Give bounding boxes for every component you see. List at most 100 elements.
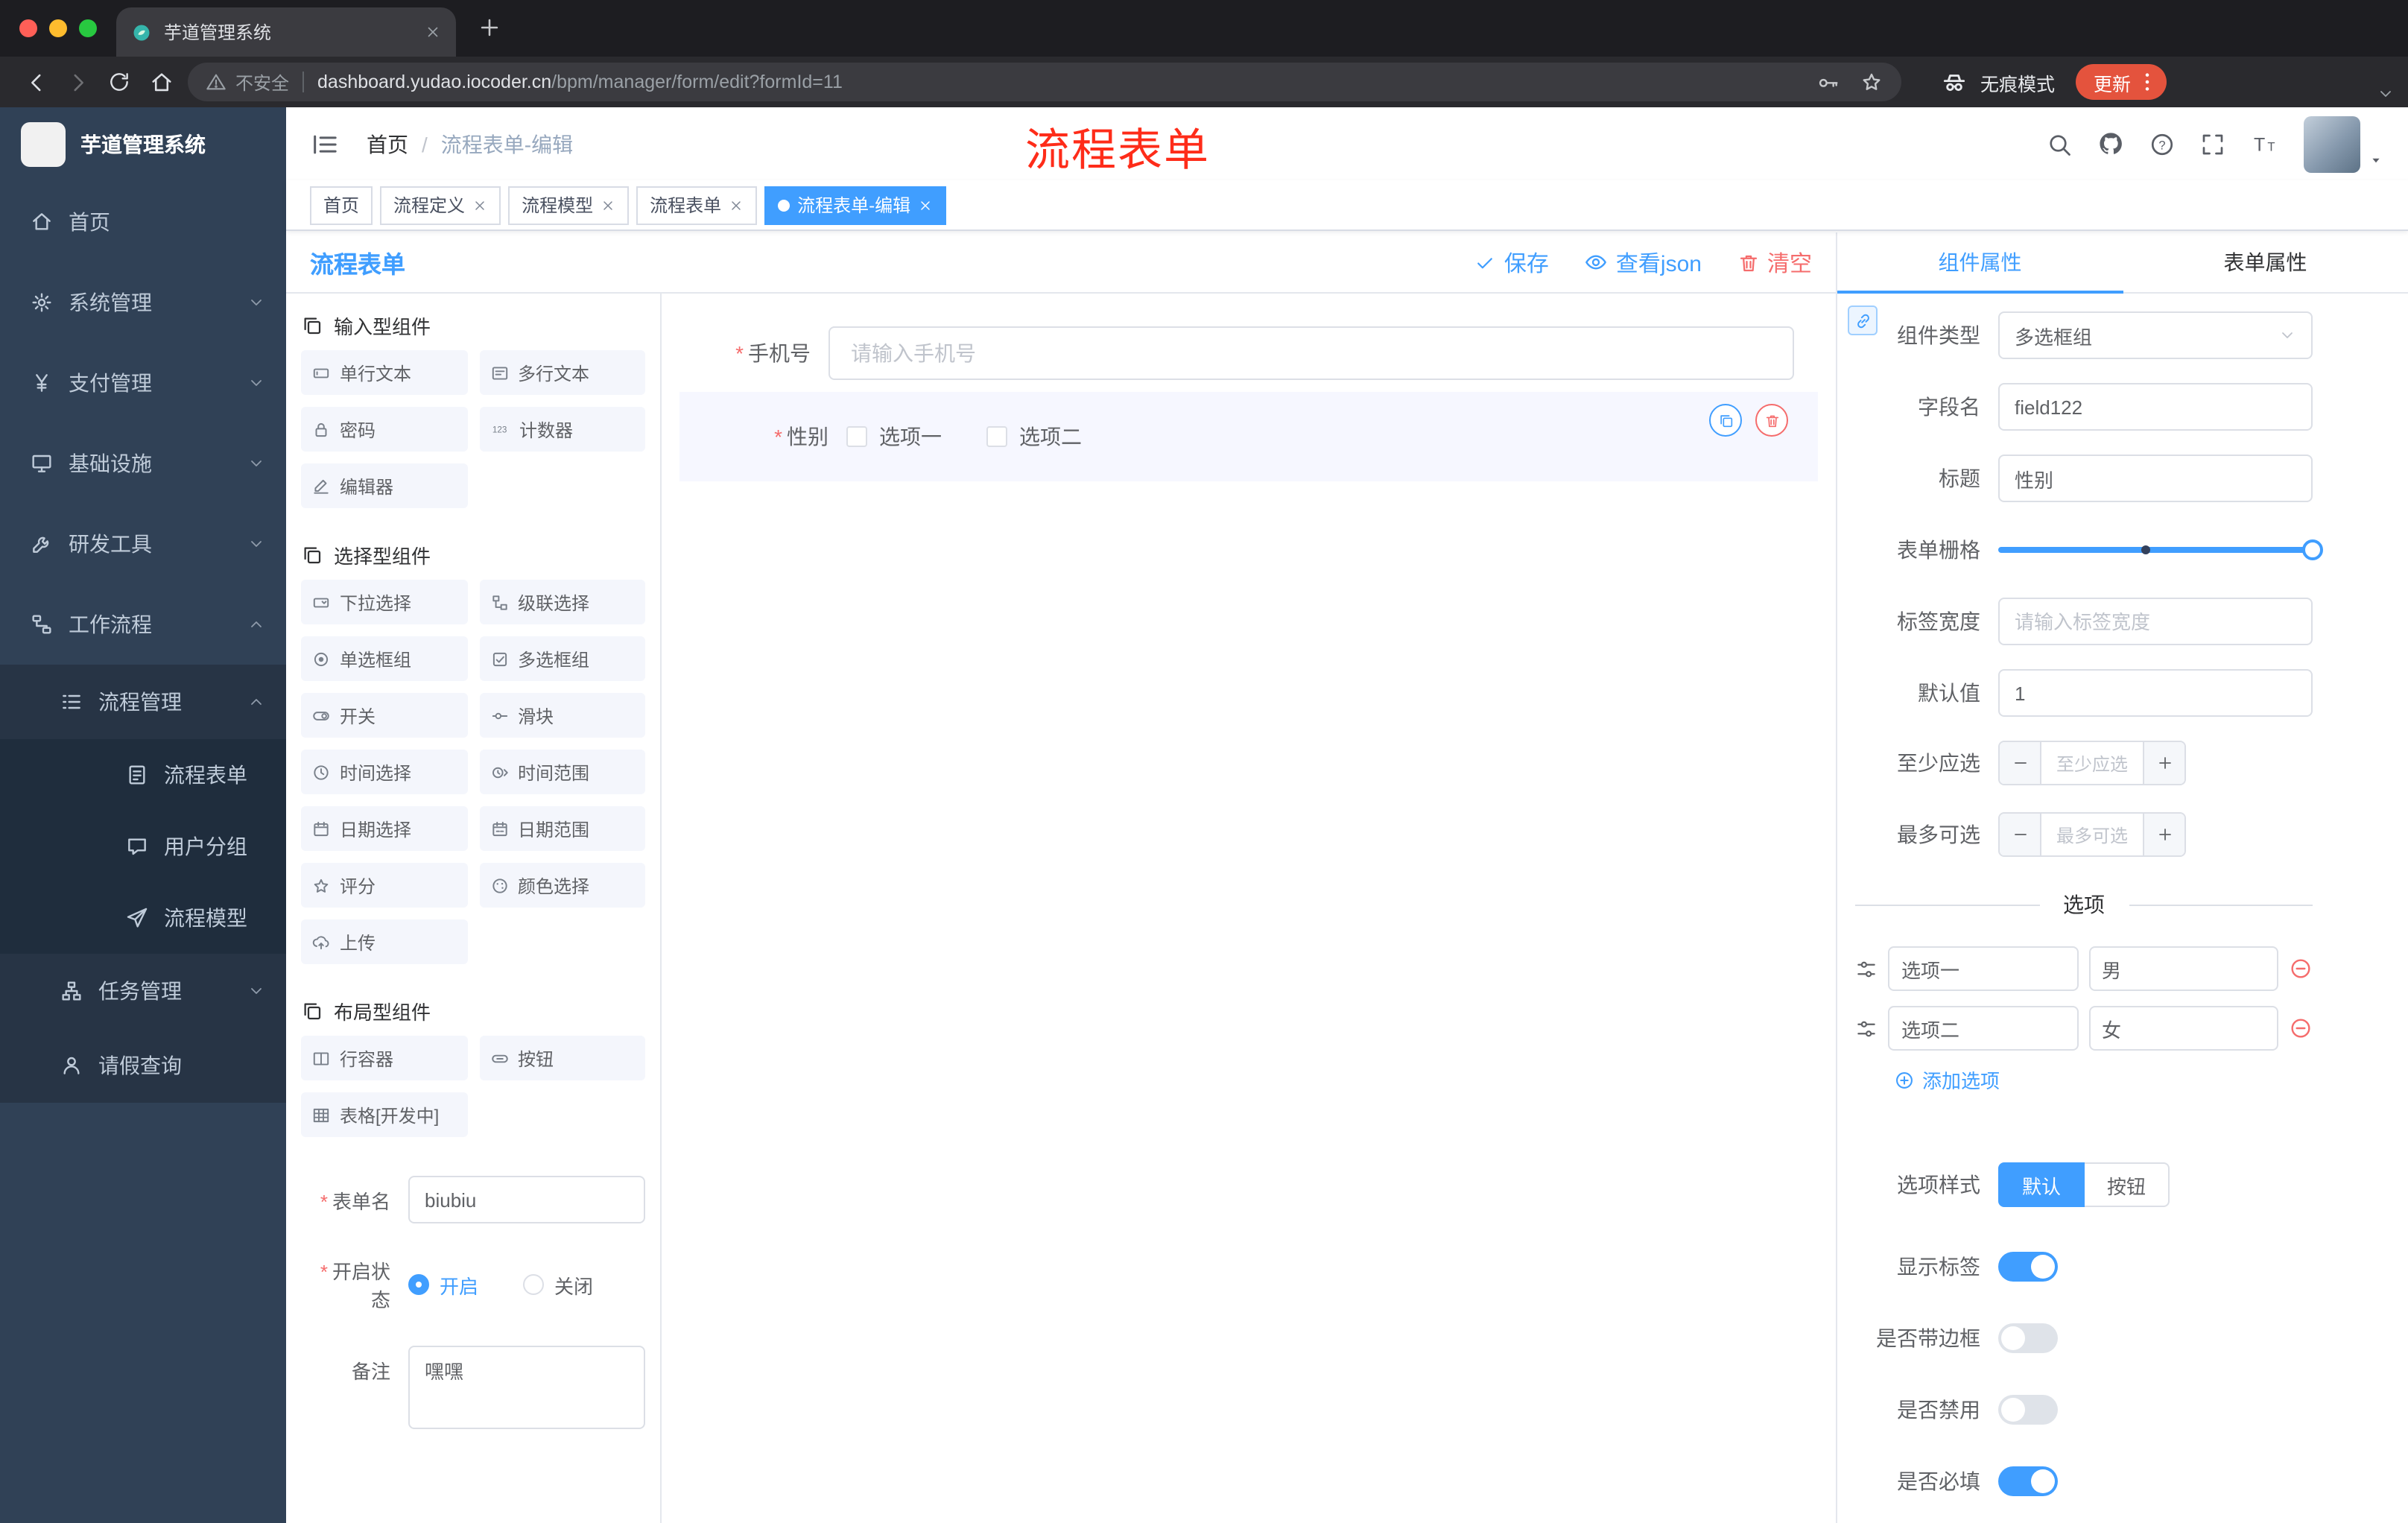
- remove-option-button[interactable]: [2289, 957, 2313, 981]
- sidebar-item-home[interactable]: 首页: [0, 182, 286, 262]
- gender-option-2[interactable]: 选项二: [986, 422, 1082, 452]
- tag-process-form[interactable]: 流程表单: [636, 186, 758, 224]
- tag-close-icon[interactable]: [601, 197, 615, 212]
- clear-button[interactable]: 清空: [1737, 247, 1812, 278]
- required-switch[interactable]: [1998, 1466, 2058, 1496]
- tag-process-definition[interactable]: 流程定义: [380, 186, 501, 224]
- disabled-switch[interactable]: [1998, 1395, 2058, 1425]
- address-bar[interactable]: 不安全 dashboard.yudao.iocoder.cn/bpm/manag…: [188, 63, 1901, 101]
- option-style-default[interactable]: 默认: [1998, 1162, 2085, 1207]
- user-menu[interactable]: [2304, 115, 2384, 172]
- forward-icon[interactable]: [57, 61, 98, 103]
- minus-icon[interactable]: [2000, 814, 2041, 855]
- sidebar-item-process-model[interactable]: 流程模型: [0, 882, 286, 954]
- sidebar-item-workflow[interactable]: 工作流程: [0, 584, 286, 665]
- slider-handle[interactable]: [2302, 539, 2323, 560]
- component-counter[interactable]: 计数器: [479, 407, 645, 452]
- component-date-picker[interactable]: 日期选择: [301, 806, 467, 851]
- new-tab-button[interactable]: [477, 15, 502, 40]
- option-1-label-input[interactable]: [1888, 946, 2078, 991]
- save-button[interactable]: 保存: [1474, 247, 1549, 278]
- label-width-input[interactable]: [1998, 598, 2313, 645]
- close-window-button[interactable]: [19, 19, 37, 37]
- remark-textarea[interactable]: 嘿嘿: [408, 1346, 645, 1429]
- min-select-stepper[interactable]: 至少应选: [1998, 741, 2186, 785]
- component-color-picker[interactable]: 颜色选择: [479, 863, 645, 908]
- status-radio-off[interactable]: 关闭: [523, 1270, 593, 1299]
- browser-home-icon[interactable]: [140, 61, 182, 103]
- tab-close-icon[interactable]: [425, 24, 441, 40]
- bind-data-button[interactable]: [1848, 305, 1878, 335]
- browser-update-button[interactable]: 更新: [2076, 64, 2167, 100]
- form-name-input[interactable]: [408, 1176, 645, 1223]
- option-1-value-input[interactable]: [2088, 946, 2278, 991]
- zoom-window-button[interactable]: [79, 19, 97, 37]
- fullscreen-icon[interactable]: [2199, 130, 2226, 157]
- browser-menu-dots-icon[interactable]: [2135, 70, 2159, 94]
- add-option-button[interactable]: 添加选项: [1894, 1066, 2000, 1094]
- sidebar-item-leave-query[interactable]: 请假查询: [0, 1028, 286, 1103]
- sidebar-item-system[interactable]: 系统管理: [0, 262, 286, 343]
- component-upload[interactable]: 上传: [301, 919, 467, 964]
- checkbox-box[interactable]: [986, 426, 1007, 447]
- component-checkbox-group[interactable]: 多选框组: [479, 636, 645, 681]
- canvas-field-gender-selected[interactable]: 性别 选项一 选项二: [679, 392, 1818, 481]
- reload-icon[interactable]: [98, 61, 140, 103]
- sidebar-item-user-group[interactable]: 用户分组: [0, 811, 286, 882]
- duplicate-field-button[interactable]: [1709, 404, 1742, 437]
- sidebar-item-payment[interactable]: 支付管理: [0, 343, 286, 423]
- tag-close-icon[interactable]: [729, 197, 744, 212]
- status-radio-on[interactable]: 开启: [408, 1270, 478, 1299]
- breadcrumb-home[interactable]: 首页: [367, 129, 408, 159]
- checkbox-box[interactable]: [846, 426, 867, 447]
- sidebar-item-infrastructure[interactable]: 基础设施: [0, 423, 286, 504]
- title-input[interactable]: [1998, 455, 2313, 502]
- component-password[interactable]: 密码: [301, 407, 467, 452]
- component-type-select[interactable]: 多选框组: [1998, 311, 2313, 359]
- min-select-value[interactable]: 至少应选: [2041, 742, 2143, 784]
- plus-icon[interactable]: [2143, 742, 2184, 784]
- help-icon[interactable]: [2149, 130, 2176, 157]
- minimize-window-button[interactable]: [49, 19, 67, 37]
- tag-home[interactable]: 首页: [310, 186, 373, 224]
- sidebar-item-process-management[interactable]: 流程管理: [0, 665, 286, 739]
- sidebar-item-devtools[interactable]: 研发工具: [0, 504, 286, 584]
- component-radio-group[interactable]: 单选框组: [301, 636, 467, 681]
- max-select-value[interactable]: 最多可选: [2041, 814, 2143, 855]
- component-select[interactable]: 下拉选择: [301, 580, 467, 624]
- component-rate[interactable]: 评分: [301, 863, 467, 908]
- tag-process-model[interactable]: 流程模型: [508, 186, 630, 224]
- component-time-range[interactable]: 时间范围: [479, 750, 645, 794]
- minus-icon[interactable]: [2000, 742, 2041, 784]
- component-date-range[interactable]: 日期范围: [479, 806, 645, 851]
- phone-input[interactable]: [828, 326, 1794, 380]
- field-name-input[interactable]: [1998, 383, 2313, 431]
- component-switch[interactable]: 开关: [301, 693, 467, 738]
- delete-field-button[interactable]: [1755, 404, 1788, 437]
- font-size-icon[interactable]: [2250, 129, 2280, 159]
- tag-close-icon[interactable]: [472, 197, 487, 212]
- tag-close-icon[interactable]: [918, 197, 933, 212]
- back-icon[interactable]: [15, 61, 57, 103]
- plus-icon[interactable]: [2143, 814, 2184, 855]
- gender-option-1[interactable]: 选项一: [846, 422, 942, 452]
- component-cascader[interactable]: 级联选择: [479, 580, 645, 624]
- show-label-switch[interactable]: [1998, 1252, 2058, 1282]
- tab-component-props[interactable]: 组件属性: [1837, 232, 2123, 294]
- remove-option-button[interactable]: [2289, 1016, 2313, 1040]
- option-style-button[interactable]: 按钮: [2085, 1162, 2170, 1207]
- max-select-stepper[interactable]: 最多可选: [1998, 812, 2186, 857]
- tag-process-form-edit[interactable]: 流程表单-编辑: [764, 186, 947, 224]
- component-editor[interactable]: 编辑器: [301, 463, 467, 508]
- search-icon[interactable]: [2046, 130, 2073, 157]
- security-chip[interactable]: 不安全: [206, 69, 289, 95]
- component-single-line-text[interactable]: 单行文本: [301, 350, 467, 395]
- grid-slider[interactable]: [1998, 526, 2323, 574]
- component-button[interactable]: 按钮: [479, 1036, 645, 1080]
- component-time-picker[interactable]: 时间选择: [301, 750, 467, 794]
- tab-form-props[interactable]: 表单属性: [2123, 232, 2408, 292]
- github-icon[interactable]: [2097, 130, 2125, 158]
- option-2-label-input[interactable]: [1888, 1006, 2078, 1051]
- view-json-button[interactable]: 查看json: [1585, 247, 1702, 278]
- canvas-field-phone[interactable]: 手机号: [662, 326, 1836, 380]
